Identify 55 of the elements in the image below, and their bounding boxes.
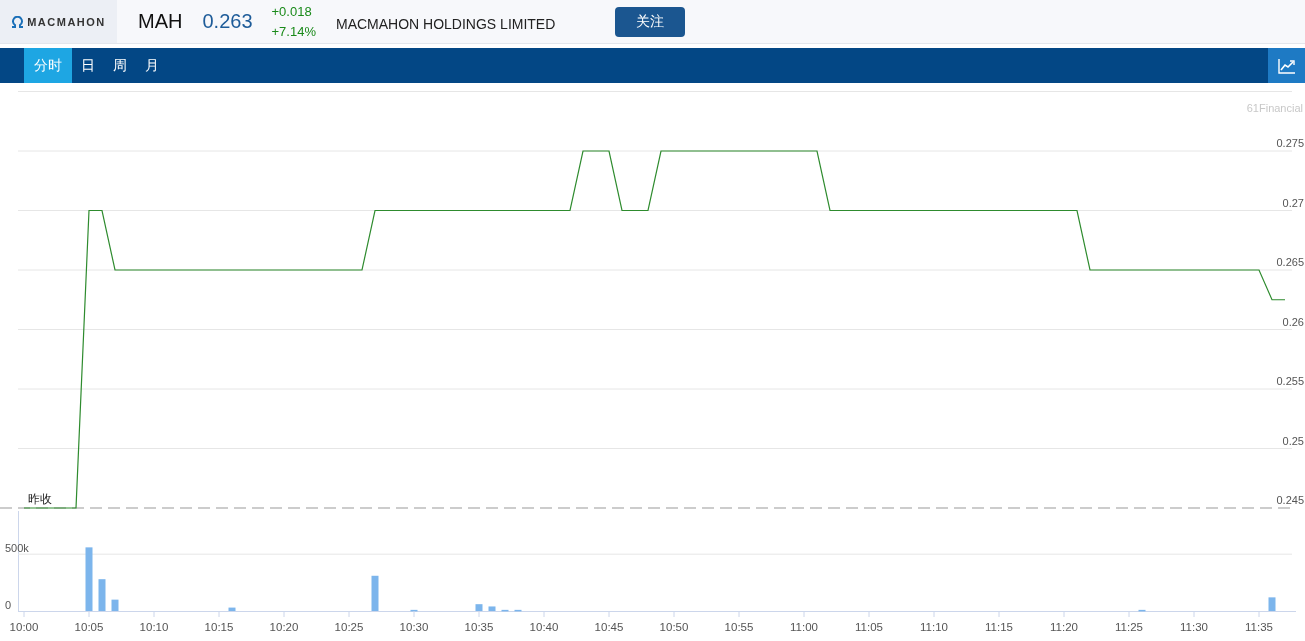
logo-wordmark: MACMAHON: [27, 15, 106, 28]
volume-bar: [111, 599, 119, 611]
volume-bar: [98, 579, 106, 611]
volume-bar: [488, 606, 496, 611]
period-tab[interactable]: 月: [136, 48, 168, 83]
company-name: MACMAHON HOLDINGS LIMITED: [335, 15, 556, 32]
time-axis-label: 11:30: [1180, 621, 1208, 633]
prev-close-label: 昨收: [28, 492, 52, 506]
percent-change: +7.14%: [271, 22, 316, 41]
volume-bar: [475, 604, 483, 611]
volume-bar: [85, 547, 93, 611]
follow-button[interactable]: 关注: [615, 6, 686, 37]
period-tab[interactable]: 日: [72, 48, 104, 83]
volume-bar: [1268, 597, 1276, 611]
ticker-symbol: MAH: [138, 10, 183, 33]
volume-bar: [501, 609, 509, 612]
volume-bar: [410, 609, 418, 612]
time-axis-label: 11:05: [855, 621, 883, 633]
price-axis-label: 0.25: [1282, 434, 1304, 447]
time-axis-label: 11:25: [1115, 621, 1143, 633]
time-axis-label: 10:30: [399, 621, 429, 633]
time-axis-label: 10:05: [74, 621, 104, 633]
last-price: 0.263: [202, 10, 253, 33]
price-axis-label: 0.27: [1282, 196, 1304, 209]
time-axis-label: 11:10: [920, 621, 948, 633]
time-axis-label: 10:40: [529, 621, 559, 633]
volume-axis-label: 500k: [5, 542, 29, 555]
time-axis-label: 10:45: [594, 621, 624, 633]
period-tab[interactable]: 周: [104, 48, 136, 83]
volume-bar: [371, 575, 379, 611]
volume-bar: [228, 607, 236, 611]
time-axis-label: 10:20: [269, 621, 299, 633]
volume-axis-label: 0: [5, 599, 12, 611]
time-axis-label: 10:10: [139, 621, 169, 633]
chart-type-button[interactable]: [1268, 48, 1305, 83]
price-axis-label: 0.245: [1276, 494, 1304, 506]
time-axis-label: 10:50: [659, 621, 689, 633]
time-axis-label: 11:15: [985, 621, 1013, 633]
volume-bar: [514, 609, 522, 612]
omega-icon: [11, 15, 25, 28]
time-axis-label: 10:15: [204, 621, 234, 633]
price-axis-label: 0.26: [1282, 315, 1304, 328]
time-axis-label: 10:25: [334, 621, 364, 633]
price-axis-label: 0.255: [1276, 375, 1304, 387]
time-axis-label: 10:35: [464, 621, 494, 633]
time-axis-label: 10:00: [9, 621, 39, 633]
time-axis-label: 11:35: [1245, 621, 1273, 633]
price-axis-label: 0.275: [1276, 137, 1304, 149]
volume-bar: [1138, 609, 1146, 612]
time-axis-label: 11:20: [1050, 621, 1078, 633]
time-axis-label: 10:55: [724, 621, 754, 633]
time-axis-label: 11:00: [790, 621, 818, 633]
price-change: +0.018: [271, 2, 313, 21]
price-axis-label: 0.265: [1276, 256, 1304, 268]
line-chart-icon: [1277, 57, 1296, 74]
